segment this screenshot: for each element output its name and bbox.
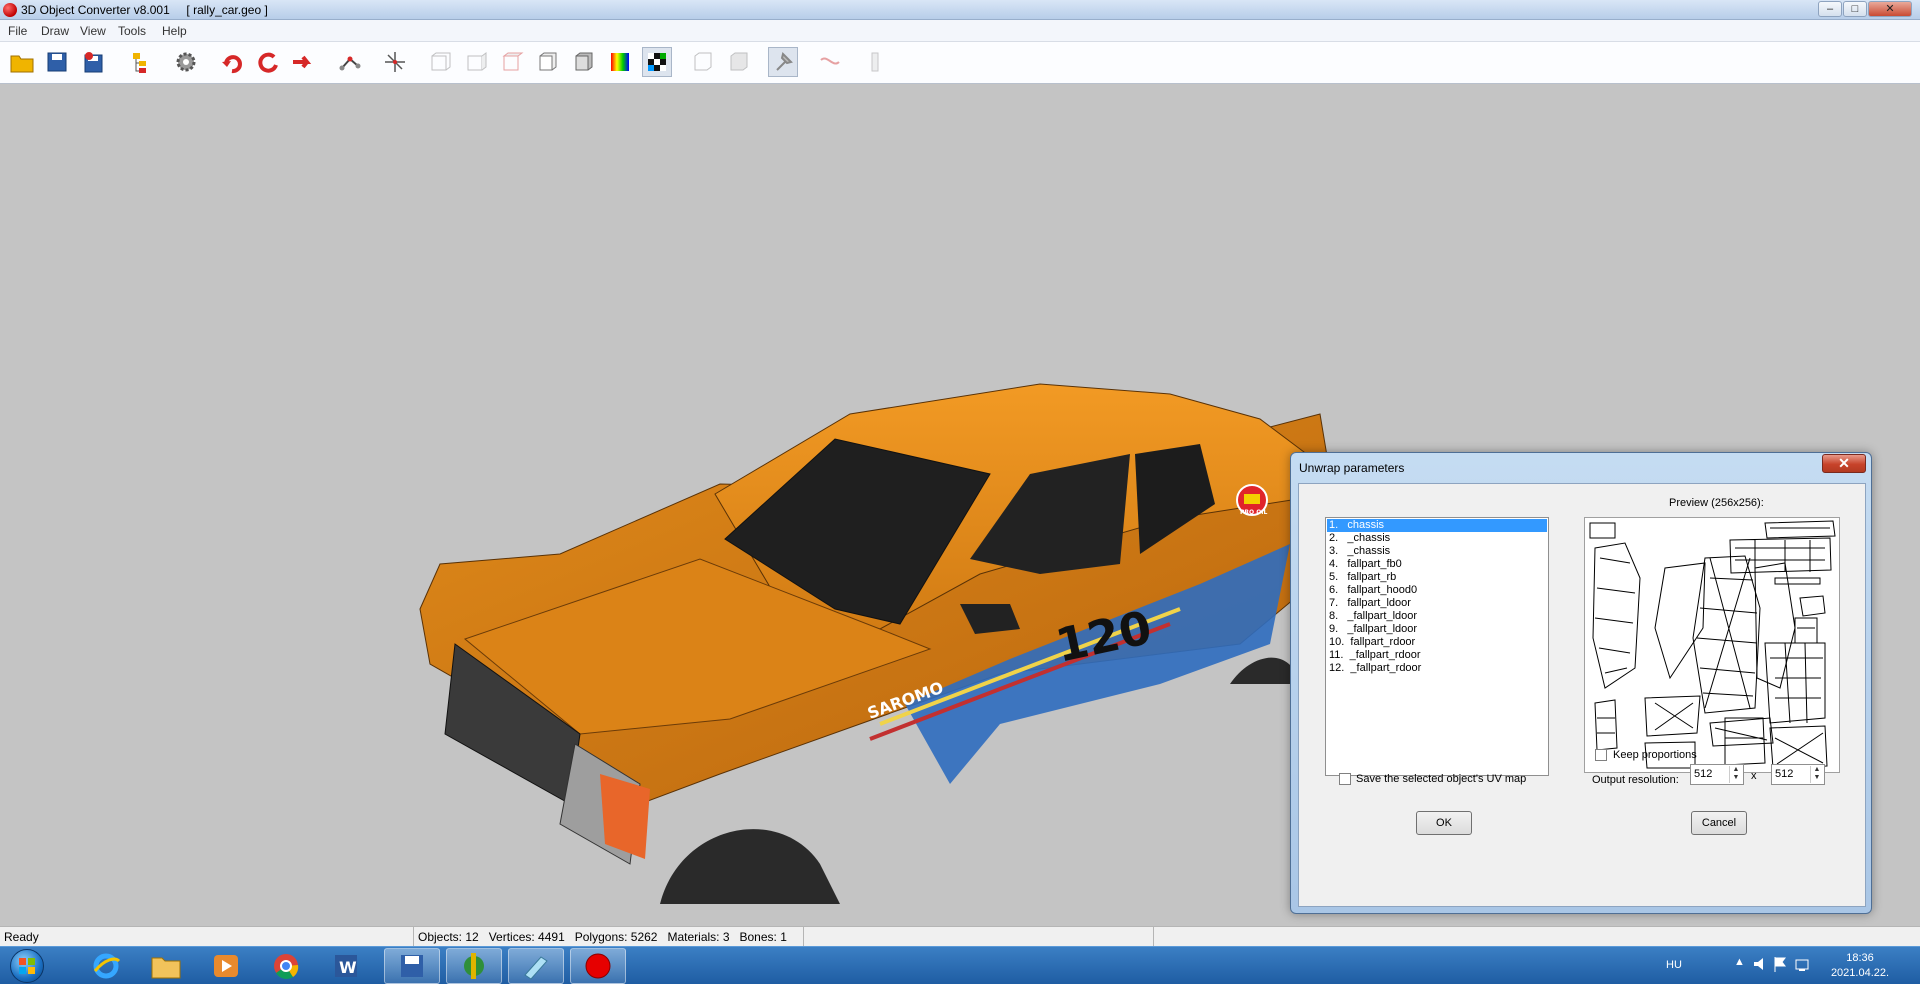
status-empty-1 — [803, 927, 1153, 946]
light-tool-icon[interactable] — [860, 47, 890, 77]
cancel-button[interactable]: Cancel — [1691, 811, 1747, 835]
view-front-icon[interactable] — [425, 47, 455, 77]
list-item[interactable]: 2. _chassis — [1327, 532, 1547, 545]
dialog-body: 1. chassis 2. _chassis 3. _chassis 4. fa… — [1298, 483, 1866, 907]
list-item[interactable]: 5. fallpart_rb — [1327, 571, 1547, 584]
word-icon[interactable]: W — [318, 948, 374, 984]
action-center-flag-icon[interactable] — [1772, 955, 1788, 984]
spinner-arrows-icon[interactable]: ▲ ▼ — [1729, 766, 1742, 783]
save-as-icon[interactable] — [78, 47, 108, 77]
menu-file[interactable]: File — [8, 24, 27, 38]
windows-logo-icon — [10, 949, 44, 983]
list-item[interactable]: 8. _fallpart_ldoor — [1327, 610, 1547, 623]
object-list[interactable]: 1. chassis 2. _chassis 3. _chassis 4. fa… — [1325, 517, 1549, 776]
texture-view-icon[interactable] — [642, 47, 672, 77]
ok-button[interactable]: OK — [1416, 811, 1472, 835]
pro-oil-badge: PRO OIL — [1240, 509, 1268, 516]
tree-icon[interactable] — [124, 47, 154, 77]
status-bar: Ready Objects: 12 Vertices: 4491 Polygon… — [0, 926, 1920, 946]
colors-view-icon[interactable] — [605, 47, 635, 77]
view-top-icon[interactable] — [497, 47, 527, 77]
status-ready: Ready — [4, 930, 39, 944]
start-button[interactable] — [4, 947, 50, 984]
window-titlebar: 3D Object Converter v8.001 [ rally_car.g… — [0, 0, 1920, 20]
menu-help[interactable]: Help — [162, 24, 187, 38]
view-side-icon[interactable] — [461, 47, 491, 77]
language-indicator[interactable]: HU — [1666, 959, 1682, 984]
resolution-height-value: 512 — [1775, 768, 1794, 780]
pen-app-icon[interactable] — [508, 948, 564, 984]
shaded-view-icon[interactable] — [569, 47, 599, 77]
open-folder-icon[interactable] — [7, 47, 37, 77]
list-item[interactable]: 9. _fallpart_ldoor — [1327, 623, 1547, 636]
axis-icon[interactable] — [380, 47, 410, 77]
close-button[interactable]: ✕ — [1868, 1, 1912, 17]
list-item[interactable]: 11. _fallpart_rdoor — [1327, 649, 1547, 662]
resolution-times-label: x — [1751, 770, 1757, 782]
list-item[interactable]: 4. fallpart_fb0 — [1327, 558, 1547, 571]
save-uv-map-checkbox[interactable] — [1339, 773, 1351, 785]
spinner-arrows-icon[interactable]: ▲ ▼ — [1810, 766, 1823, 783]
maximize-button[interactable]: □ — [1843, 1, 1867, 17]
status-stats: Objects: 12 Vertices: 4491 Polygons: 526… — [413, 927, 803, 946]
preview-label: Preview (256x256): — [1669, 497, 1764, 509]
output-resolution-label: Output resolution: — [1592, 774, 1679, 786]
clock[interactable]: 18:36 2021.04.22. — [1822, 951, 1898, 981]
unwrap-parameters-dialog: Unwrap parameters ✕ 1. chassis 2. _chass… — [1290, 452, 1872, 914]
converter-app-icon[interactable] — [570, 948, 626, 984]
resolution-width-value: 512 — [1694, 768, 1713, 780]
internet-explorer-icon[interactable] — [78, 948, 134, 984]
dialog-title: Unwrap parameters — [1299, 461, 1405, 475]
menu-tools[interactable]: Tools — [118, 24, 146, 38]
app-icon — [3, 3, 17, 17]
bones-icon[interactable] — [335, 47, 365, 77]
list-item[interactable]: 1. chassis — [1327, 519, 1547, 532]
curve-tool-icon[interactable] — [815, 47, 845, 77]
resolution-height-spinner[interactable]: 512 ▲ ▼ — [1771, 764, 1825, 785]
status-empty-2 — [1153, 927, 1920, 946]
settings-gear-icon[interactable] — [171, 47, 201, 77]
list-item[interactable]: 7. fallpart_ldoor — [1327, 597, 1547, 610]
menu-draw[interactable]: Draw — [41, 24, 69, 38]
rotate-left-icon[interactable] — [217, 47, 247, 77]
resolution-width-spinner[interactable]: 512 ▲ ▼ — [1690, 764, 1744, 785]
chrome-icon[interactable] — [258, 948, 314, 984]
clock-date: 2021.04.22. — [1830, 967, 1890, 979]
clock-time: 18:36 — [1846, 952, 1874, 964]
keep-proportions-label: Keep proportions — [1613, 749, 1697, 761]
network-icon[interactable] — [1794, 955, 1812, 984]
solid-view-icon[interactable] — [533, 47, 563, 77]
rotate-icon[interactable] — [253, 47, 283, 77]
list-item[interactable]: 12. _fallpart_rdoor — [1327, 662, 1547, 675]
tray-expand-icon[interactable]: ▲ — [1734, 956, 1745, 984]
keep-proportions-checkbox[interactable] — [1595, 749, 1607, 761]
uv-map-wireframe — [1589, 520, 1836, 769]
minimize-button[interactable]: – — [1818, 1, 1842, 17]
list-item[interactable]: 3. _chassis — [1327, 545, 1547, 558]
menu-bar: File Draw View Tools Help — [0, 20, 1920, 42]
file-explorer-icon[interactable] — [138, 948, 194, 984]
pin-tool-icon[interactable] — [768, 47, 798, 77]
save-uv-map-label: Save the selected object's UV map — [1356, 773, 1527, 785]
toolbar — [0, 42, 1920, 84]
list-item[interactable]: 6. fallpart_hood0 — [1327, 584, 1547, 597]
volume-icon[interactable] — [1752, 955, 1770, 984]
list-item[interactable]: 10. fallpart_rdoor — [1327, 636, 1547, 649]
menu-view[interactable]: View — [80, 24, 106, 38]
move-icon[interactable] — [288, 47, 318, 77]
dialog-close-button[interactable]: ✕ — [1822, 454, 1866, 473]
taskbar: W HU ▲ 18:36 2021.04.22. — [0, 946, 1920, 984]
window-title: 3D Object Converter v8.001 [ rally_car.g… — [21, 3, 268, 17]
uv-preview — [1584, 517, 1840, 773]
svg-text:W: W — [339, 958, 357, 977]
paint-app-icon[interactable] — [446, 948, 502, 984]
media-player-icon[interactable] — [198, 948, 254, 984]
save-app-icon[interactable] — [384, 948, 440, 984]
cube-tool-icon[interactable] — [724, 47, 754, 77]
save-icon[interactable] — [42, 47, 72, 77]
box-tool-icon[interactable] — [688, 47, 718, 77]
